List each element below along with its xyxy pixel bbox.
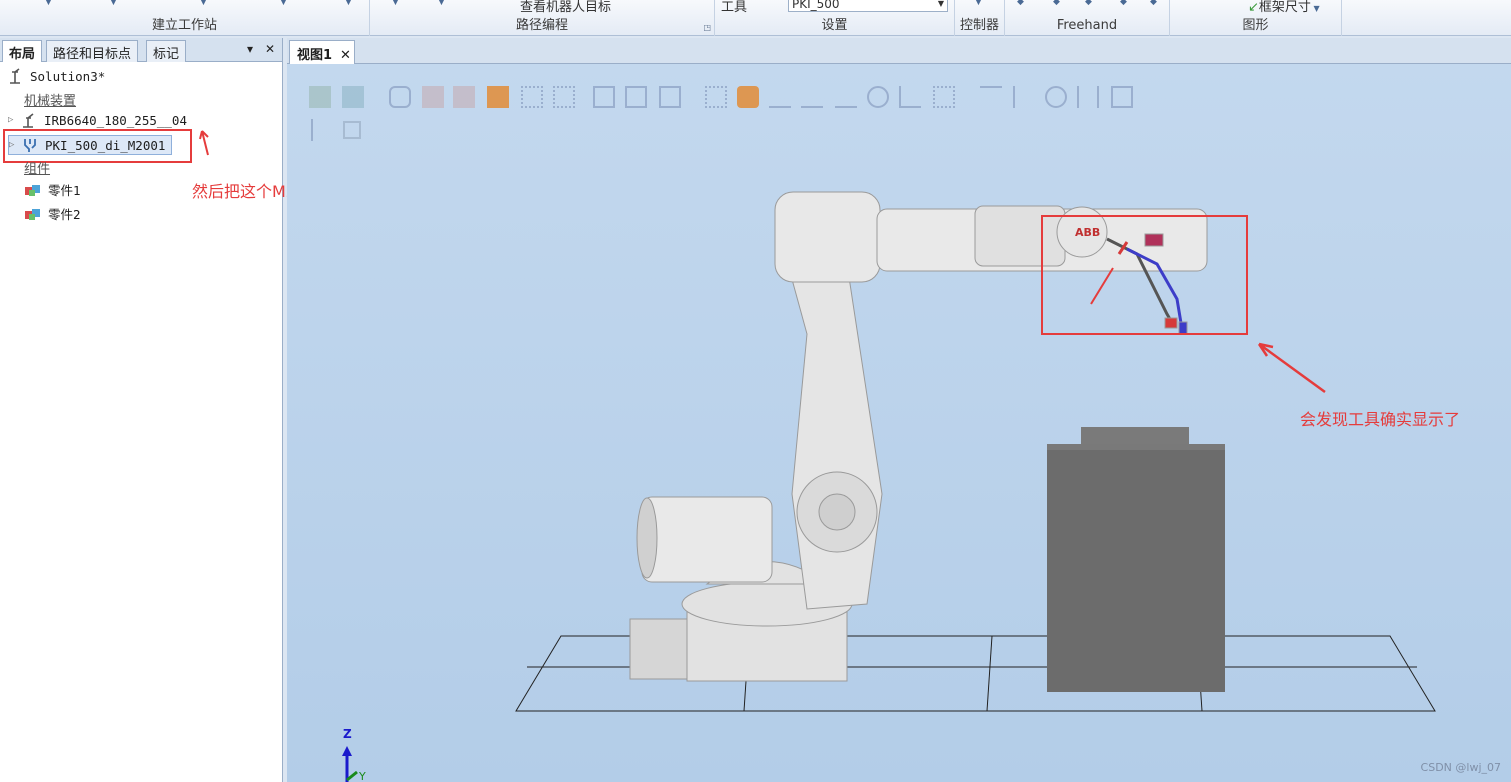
dropdown-arrow-icon[interactable]: ▼ (280, 0, 287, 7)
jog-linear-icon[interactable]: ◆ (1120, 0, 1127, 7)
solution-node[interactable]: Solution3* (6, 68, 105, 84)
move-icon[interactable]: ◆ (1017, 0, 1024, 7)
dropdown-arrow-icon[interactable]: ▼ (345, 0, 352, 7)
chevron-down-icon: ▼ (1310, 4, 1320, 13)
tree-item-part[interactable]: 零件1 (24, 180, 81, 199)
ribbon-group-path-programming: ▼ ▼ 查看机器人目标 路径编程 ◳ (370, 0, 715, 36)
tool-select[interactable]: PKI_500 ▼ (788, 0, 948, 12)
mechanisms-header: 机械装置 (24, 94, 77, 109)
dropdown-arrow-icon[interactable]: ▼ (392, 0, 399, 7)
view-robot-targets-button[interactable]: 查看机器人目标 (520, 0, 611, 15)
pin-icon[interactable]: ▾ (247, 42, 253, 56)
station-icon (10, 68, 20, 84)
part-icon (25, 208, 40, 220)
3d-viewport[interactable]: 视图1 ✕ ABB Z Y 会发现工具确实显示了 CSDN @lwj_07 (287, 38, 1511, 782)
annotation-result-note: 会发现工具确实显示了 (1300, 410, 1461, 429)
ribbon-group-build-station: ▼ ▼ ▼ ▼ ▼ 建立工作站 (0, 0, 370, 36)
jog-icon[interactable]: ◆ (1085, 0, 1092, 7)
panel-tabs: 布局 路径和目标点 标记 ▾ ✕ (0, 38, 282, 62)
robot-icon (23, 113, 34, 128)
part-icon (25, 184, 40, 196)
axis-label-z: Z (343, 727, 352, 741)
expand-icon[interactable]: ▷ (8, 115, 20, 125)
dropdown-arrow-icon[interactable]: ▼ (438, 0, 445, 7)
axis-label-y: Y (359, 770, 366, 782)
ribbon-group-label: 控制器 (959, 18, 999, 33)
dropdown-arrow-icon[interactable]: ▼ (975, 0, 982, 7)
ribbon-group-settings: 工具 PKI_500 ▼ 设置 (715, 0, 955, 36)
jog-reorient-icon[interactable]: ◆ (1150, 0, 1157, 7)
ribbon-group-label: Freehand (1056, 18, 1118, 33)
tool-pointer-arrow (1090, 267, 1114, 305)
tab-tags[interactable]: 标记 (146, 40, 187, 62)
dropdown-arrow-icon[interactable]: ▼ (200, 0, 207, 7)
dropdown-arrow-icon[interactable]: ▼ (110, 0, 117, 7)
tree-item-part[interactable]: 零件2 (24, 204, 81, 223)
3d-scene[interactable]: ABB Z Y 会发现工具确实显示了 CSDN @lwj_07 (287, 64, 1511, 782)
components-header: 组件 (24, 162, 51, 177)
tool-label: 工具 (721, 0, 748, 15)
ribbon-group-label: 设置 (821, 18, 848, 33)
ribbon-group-controller: ▼ 控制器 (955, 0, 1005, 36)
close-icon[interactable]: ✕ (340, 48, 351, 63)
chevron-down-icon: ▼ (937, 0, 944, 8)
layout-panel: 布局 路径和目标点 标记 ▾ ✕ Solution3* 机械装置 ▷ IRB66… (0, 38, 283, 782)
dialog-launcher-icon[interactable]: ◳ (703, 23, 711, 32)
view-tabbar: 视图1 ✕ (287, 38, 1511, 64)
ribbon-group-label: 图形 (1242, 18, 1269, 33)
tab-layout[interactable]: 布局 (2, 40, 43, 62)
workpiece-box (1047, 427, 1225, 692)
annotation-arrow-icon (199, 130, 209, 156)
watermark: CSDN @lwj_07 (1420, 761, 1501, 774)
ribbon: ▼ ▼ ▼ ▼ ▼ 建立工作站 ▼ ▼ 查看机器人目标 路径编程 ◳ 工具 PK… (0, 0, 1511, 36)
ribbon-group-label: 建立工作站 (151, 18, 217, 33)
close-icon[interactable]: ✕ (265, 42, 275, 56)
abb-logo: ABB (1075, 226, 1100, 239)
tab-paths-and-targets[interactable]: 路径和目标点 (46, 40, 139, 62)
tree-item-robot[interactable]: ▷ IRB6640_180_255__04 (8, 112, 187, 128)
tab-view1[interactable]: 视图1 ✕ (289, 40, 355, 64)
ribbon-group-graphics: ↙框架尺寸 ▼ 图形 (1170, 0, 1342, 36)
annotation-arrow-icon (1257, 342, 1326, 394)
frame-size-button[interactable]: ↙框架尺寸 ▼ (1248, 0, 1320, 15)
dropdown-arrow-icon[interactable]: ▼ (45, 0, 52, 7)
rotate-icon[interactable]: ◆ (1053, 0, 1060, 7)
frame-icon: ↙ (1248, 0, 1259, 15)
ribbon-group-label: 路径编程 (515, 18, 568, 33)
ribbon-group-freehand: ◆ ◆ ◆ ◆ ◆ Freehand (1005, 0, 1170, 36)
